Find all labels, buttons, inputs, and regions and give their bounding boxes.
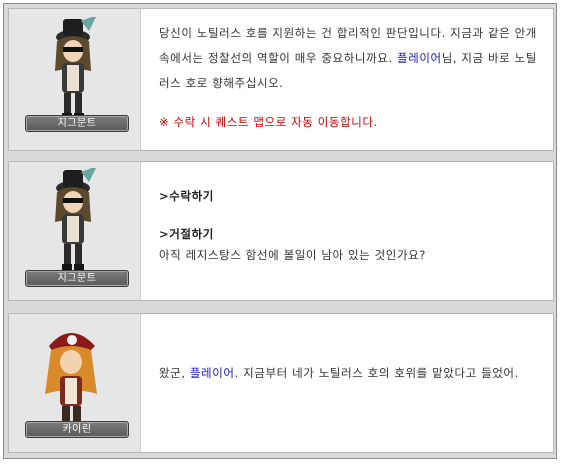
dialog-panel-1: 지그문트 당신이 노틸러스 호를 지원하는 건 합리적인 판단입니다. 지금과 … [8,8,554,151]
dialog-panel-3: 카이린 왔군, 플레이어. 지금부터 네가 노틸러스 호의 호위를 맡았다고 들… [8,313,554,453]
npc-sprite-sigmund [55,17,96,119]
npc-portrait: 카이린 [9,314,141,452]
npc-name-plate: 지그문트 [25,270,129,287]
dialog-log-window: 지그문트 당신이 노틸러스 호를 지원하는 건 합리적인 판단입니다. 지금과 … [3,3,557,459]
npc-sprite-kairin [45,333,97,428]
dialog-text: 당신이 노틸러스 호를 지원하는 건 합리적인 판단입니다. 지금과 같은 안개… [142,9,553,150]
npc-portrait: 지그문트 [9,9,141,150]
dialog-text-segment: 왔군, [159,366,190,380]
player-name: 플레이어 [396,51,442,65]
dialog-text-segment: . 지금부터 네가 노틸러스 호의 호위를 맡았다고 들었어. [234,366,519,380]
accept-option[interactable]: >수락하기 [159,184,537,209]
auto-move-warning: ※ 수락 시 퀘스트 맵으로 자동 이동합니다. [159,115,378,129]
player-name: 플레이어 [189,366,235,380]
decline-option[interactable]: >거절하기 [159,226,537,243]
dialog-panel-2: 지그문트 >수락하기 >거절하기 아직 레지스탕스 함선에 볼일이 남아 있는 … [8,161,554,301]
npc-name-plate: 카이린 [25,421,129,438]
npc-sprite-sigmund [55,168,96,270]
npc-name-plate: 지그문트 [25,115,129,132]
dialog-options: >수락하기 >거절하기 아직 레지스탕스 함선에 볼일이 남아 있는 것인가요? [142,162,553,300]
dialog-text: 왔군, 플레이어. 지금부터 네가 노틸러스 호의 호위를 맡았다고 들었어. [142,314,553,452]
npc-portrait: 지그문트 [9,162,141,300]
decline-response-text: 아직 레지스탕스 함선에 볼일이 남아 있는 것인가요? [159,248,427,262]
